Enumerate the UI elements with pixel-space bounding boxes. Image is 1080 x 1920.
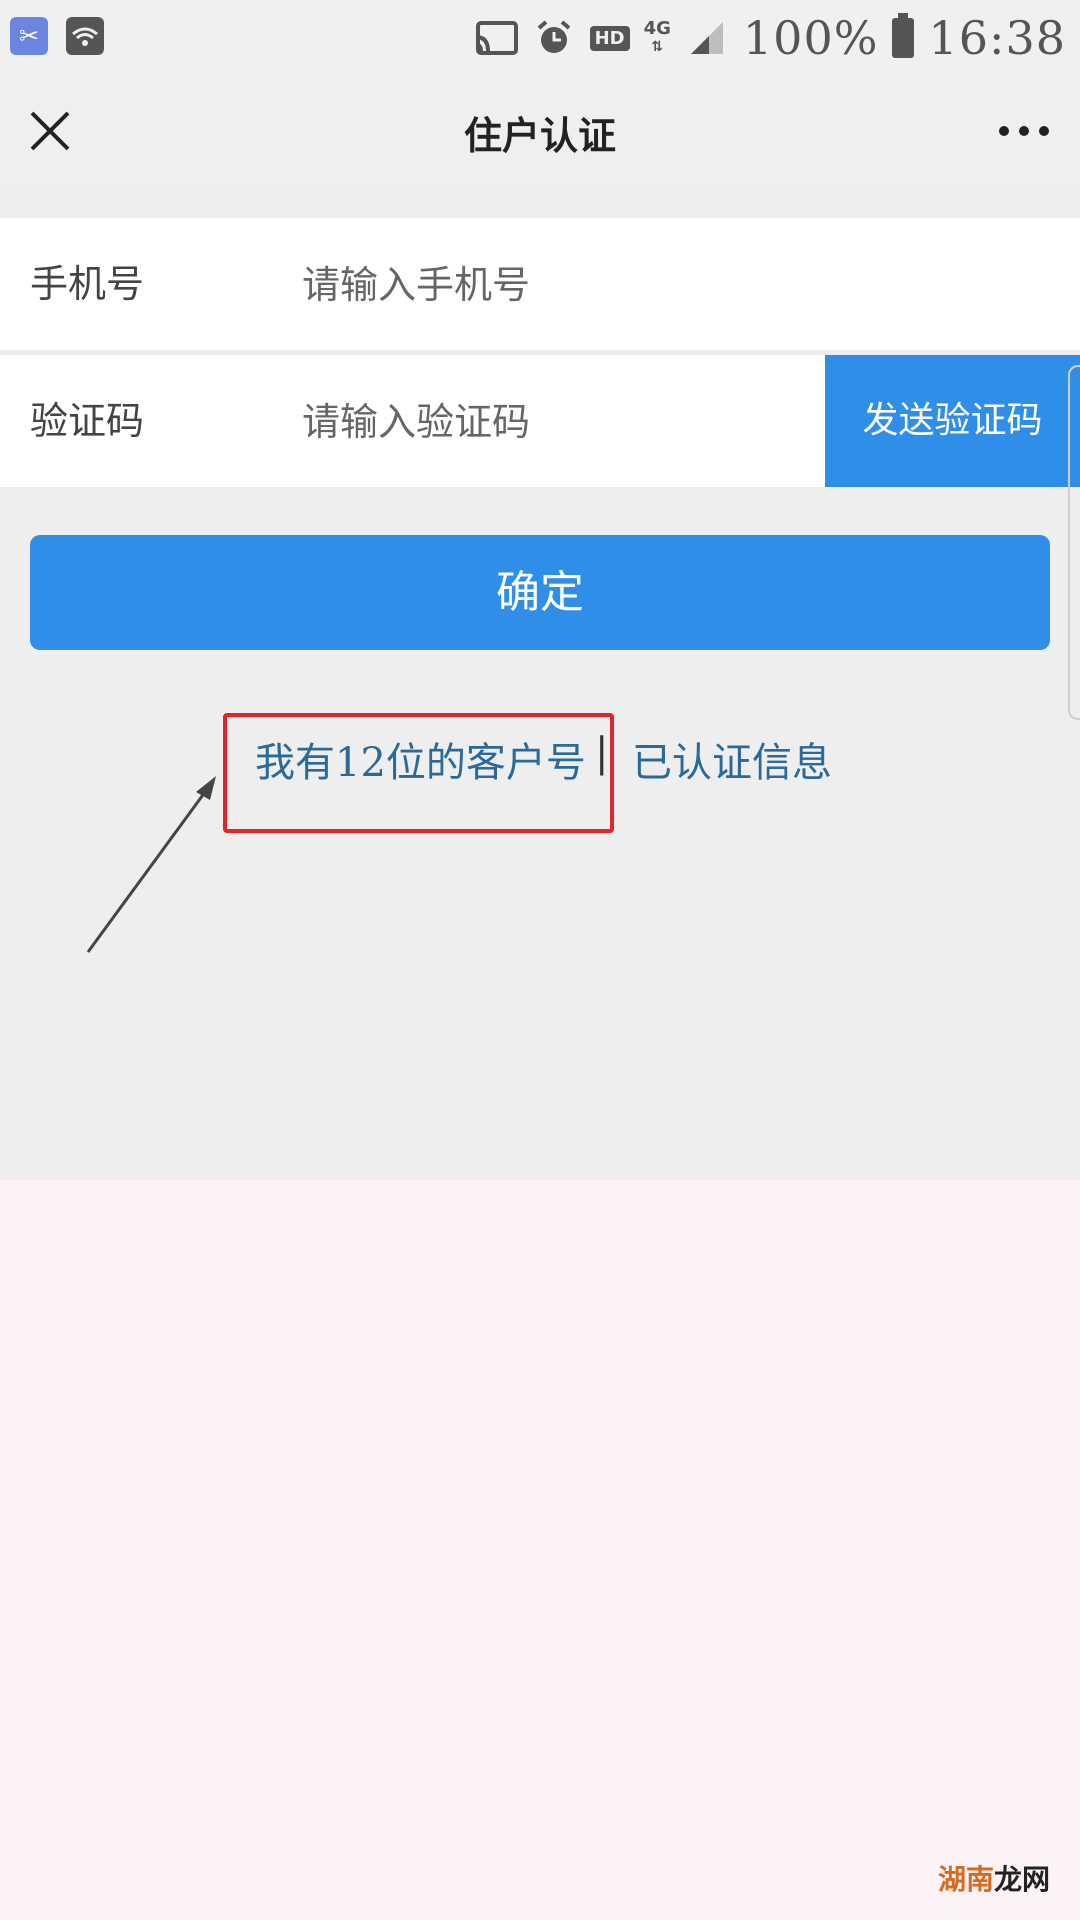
highlight-annotation (223, 713, 614, 833)
alarm-icon (532, 19, 576, 57)
send-code-button[interactable]: 发送验证码 (825, 355, 1080, 487)
battery-percentage: 100% (742, 11, 879, 65)
data-arrows-icon: ⇅ (651, 39, 664, 55)
hd-badge: HD (589, 25, 630, 51)
network-type: 4G ⇅ (644, 20, 671, 56)
watermark-part1: 湖南 (937, 1863, 994, 1896)
more-icon[interactable] (992, 113, 1056, 149)
network-label: 4G (643, 18, 671, 39)
nav-bar: 住户认证 (0, 75, 1080, 191)
verified-info-link[interactable]: 已认证信息 (632, 730, 832, 788)
app-icon: ✂ (10, 17, 48, 55)
arrow-annotation (86, 776, 216, 953)
confirm-button[interactable]: 确定 (30, 535, 1050, 650)
page-title: 住户认证 (463, 113, 616, 158)
watermark: 湖南龙网 (938, 1858, 1050, 1898)
phone-row: 手机号 (0, 218, 1080, 350)
code-label: 验证码 (30, 399, 145, 443)
status-bar: ✂ HD 4G ⇅ 100% 16:38 (0, 0, 1080, 75)
cast-icon (474, 19, 518, 57)
phone-input[interactable] (300, 244, 804, 326)
wifi-icon (66, 17, 104, 55)
watermark-part2: 龙网 (993, 1863, 1050, 1896)
auth-form: 手机号 验证码 发送验证码 确定 我有12位的客户号 | 已认证信息 (0, 190, 1080, 1180)
signal-icon (685, 19, 729, 57)
battery-icon (892, 13, 915, 58)
clock: 16:38 (928, 11, 1066, 65)
code-row: 验证码 发送验证码 (0, 355, 1080, 487)
scroll-indicator (1068, 365, 1080, 720)
phone-label: 手机号 (30, 262, 145, 306)
code-input[interactable] (300, 381, 804, 463)
